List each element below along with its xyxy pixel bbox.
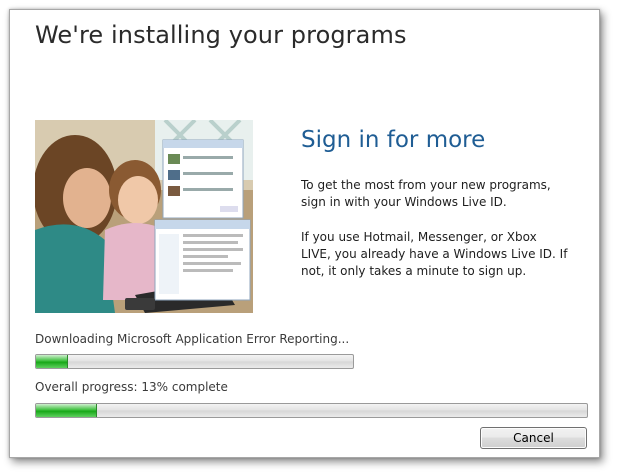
page-title: We're installing your programs [35, 21, 407, 49]
overall-progress-bar [35, 403, 588, 418]
current-download-status: Downloading Microsoft Application Error … [35, 332, 350, 346]
current-item-progress-bar [35, 354, 354, 369]
cancel-button[interactable]: Cancel [480, 427, 587, 449]
promo-photo [35, 120, 253, 313]
overall-progress-status: Overall progress: 13% complete [35, 380, 228, 394]
current-item-progress-fill [36, 355, 68, 368]
overall-progress-fill [36, 404, 97, 417]
promo-heading: Sign in for more [301, 127, 486, 153]
installer-window: We're installing your programs Sign in f… [9, 9, 600, 458]
promo-paragraph-1: To get the most from your new programs, … [301, 178, 551, 209]
promo-paragraph-2: If you use Hotmail, Messenger, or Xbox L… [301, 230, 568, 278]
